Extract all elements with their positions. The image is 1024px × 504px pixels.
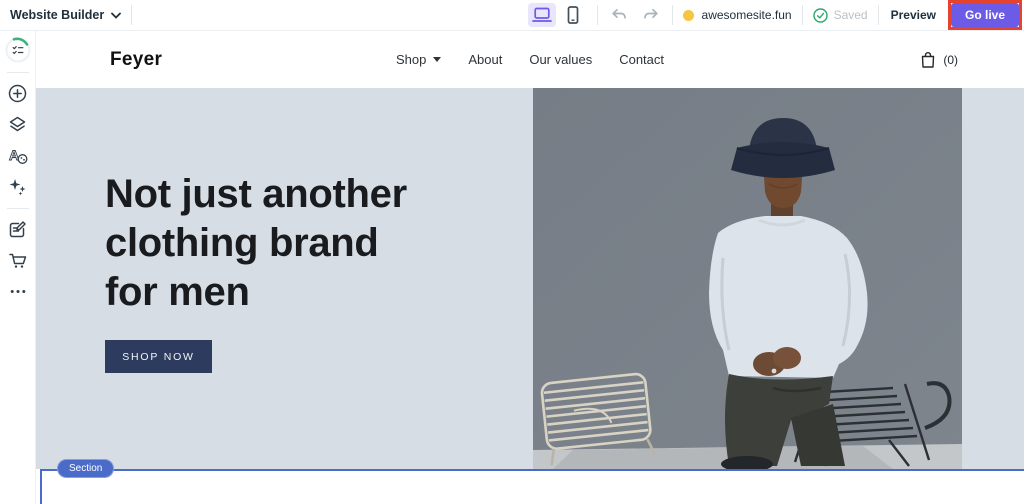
sidebar-item-more[interactable] xyxy=(4,277,32,305)
sidebar-item-blog[interactable] xyxy=(4,215,32,243)
saved-label: Saved xyxy=(834,8,868,22)
golive-annotation-box: Go live xyxy=(948,0,1022,30)
site-nav: Shop About Our values Contact xyxy=(36,31,1024,88)
selected-section[interactable]: Section xyxy=(36,469,1024,504)
section-badge[interactable]: Section xyxy=(57,459,114,478)
nav-shop-caret-icon xyxy=(433,57,441,62)
sidebar-item-layers[interactable] xyxy=(4,110,32,138)
add-circle-icon xyxy=(8,84,27,103)
chevron-down-icon xyxy=(111,12,121,19)
site-domain[interactable]: awesomesite.fun xyxy=(683,8,792,22)
sidebar-item-add[interactable] xyxy=(4,79,32,107)
hero-section[interactable]: Not just another clothing brand for men … xyxy=(36,88,1024,469)
nav-item-our-values[interactable]: Our values xyxy=(529,52,592,67)
hero-headline[interactable]: Not just another clothing brand for men xyxy=(105,170,407,317)
save-status: Saved xyxy=(813,8,868,23)
section-selection-outline xyxy=(40,469,1024,504)
undo-button[interactable] xyxy=(608,4,630,26)
site-checklist-icon xyxy=(5,37,31,63)
topbar-divider xyxy=(878,5,879,25)
preview-button[interactable]: Preview xyxy=(891,8,936,22)
desktop-view-button[interactable] xyxy=(528,3,556,27)
redo-button[interactable] xyxy=(640,4,662,26)
undo-icon xyxy=(611,8,627,22)
redo-icon xyxy=(643,8,659,22)
editor-topbar: Website Builder awesomesite.fun xyxy=(0,0,1024,31)
hero-photo-man-bucket-hat xyxy=(533,88,962,469)
nav-shop-label: Shop xyxy=(396,52,426,67)
desktop-icon xyxy=(532,7,552,23)
sidebar-divider xyxy=(7,208,29,209)
nav-item-about[interactable]: About xyxy=(468,52,502,67)
nav-item-shop[interactable]: Shop xyxy=(396,52,441,67)
editor-frame: A xyxy=(0,31,1024,504)
app-title-label: Website Builder xyxy=(10,8,104,22)
sidebar-item-checklist[interactable] xyxy=(4,36,32,64)
mobile-view-button[interactable] xyxy=(559,3,587,27)
shop-now-button[interactable]: SHOP NOW xyxy=(105,340,212,373)
site-canvas: Feyer Shop About Our values Contact (0) xyxy=(36,31,1024,504)
site-status-dot xyxy=(683,10,694,21)
topbar-divider xyxy=(672,5,673,25)
cart-button[interactable]: (0) xyxy=(920,51,958,69)
go-live-button[interactable]: Go live xyxy=(951,3,1019,27)
topbar-divider xyxy=(131,5,132,25)
app-title-menu[interactable]: Website Builder xyxy=(10,8,121,22)
cart-count: (0) xyxy=(943,53,958,67)
svg-text:A: A xyxy=(9,147,19,163)
ai-sparkles-icon xyxy=(8,177,27,196)
more-dots-icon xyxy=(10,289,26,294)
site-design-icon: A xyxy=(8,146,28,165)
tools-sidebar: A xyxy=(0,31,36,504)
site-domain-label: awesomesite.fun xyxy=(702,8,792,22)
sidebar-divider xyxy=(7,72,29,73)
sidebar-item-ai[interactable] xyxy=(4,172,32,200)
site-header[interactable]: Feyer Shop About Our values Contact (0) xyxy=(36,31,1024,88)
topbar-divider xyxy=(597,5,598,25)
nav-item-contact[interactable]: Contact xyxy=(619,52,664,67)
mobile-icon xyxy=(566,6,580,24)
topbar-divider xyxy=(802,5,803,25)
blog-edit-icon xyxy=(8,220,27,239)
saved-check-icon xyxy=(813,8,828,23)
sidebar-item-design[interactable]: A xyxy=(4,141,32,169)
cart-icon xyxy=(8,251,28,270)
layers-icon xyxy=(8,115,27,134)
shopping-bag-icon xyxy=(920,51,936,69)
sidebar-item-store[interactable] xyxy=(4,246,32,274)
